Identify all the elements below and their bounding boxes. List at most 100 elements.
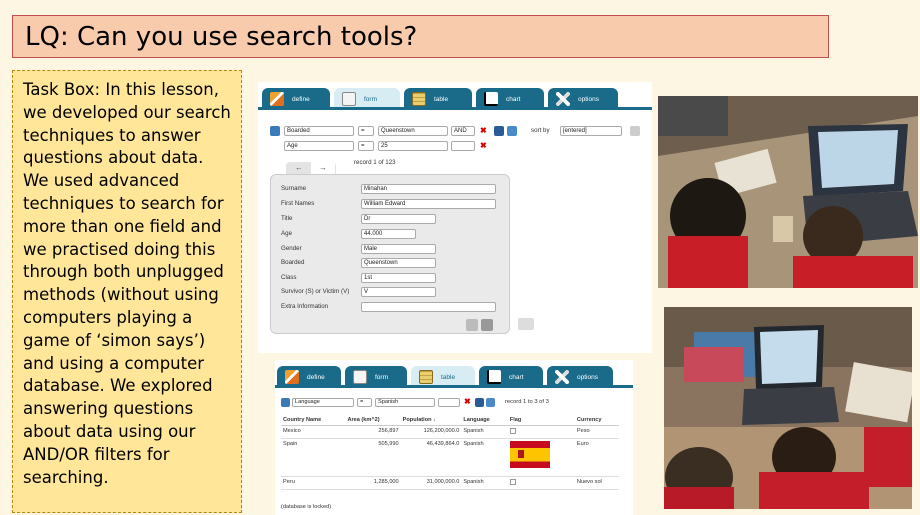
tab-label: options [577,373,598,381]
tab-label: define [292,95,310,103]
search-value-select[interactable]: Queenstown [378,126,448,136]
surname-field[interactable]: Minahan [361,184,496,194]
pencil-icon [270,92,284,106]
remove-filter-icon[interactable]: ✖ [464,397,471,407]
tab-label: table [441,373,456,381]
logic-select-2[interactable] [451,141,475,151]
remove-filter-icon-2[interactable]: ✖ [480,141,487,151]
next-record-button[interactable]: → [311,162,335,174]
countries-table: Country Name Area (km^2) Population ↓ La… [281,415,619,490]
field-label: First Names [281,200,315,207]
extra-information-field[interactable] [361,302,496,312]
search-field-select[interactable]: Boarded [284,126,354,136]
field-label: Extra Information [281,303,329,310]
column-header[interactable]: Language [461,415,508,426]
table-row[interactable]: Peru 1,285,000 31,000,000.0 Spanish Nuev… [281,476,619,490]
column-header[interactable]: Country Name [281,415,346,426]
record-counter: record 1 of 123 [354,159,396,166]
currency-cell: Euro [574,438,619,477]
field-label: Class [281,274,297,281]
gender-field[interactable]: Male [361,244,436,254]
database-form-screenshot: define form table chart options Boarded … [258,82,652,353]
pencil-icon [285,370,299,384]
age-field[interactable]: 44.000 [361,229,416,239]
sort-label: sort by [531,127,550,134]
table-icon [419,370,433,384]
field-label: Survivor (S) or Victim (V) [281,288,350,295]
tab-label: form [375,373,388,381]
tab-bar: define form table chart options [258,82,652,110]
search-value-select-2[interactable]: 25 [378,141,448,151]
population-cell: 126,200,000.0 [400,425,462,439]
operator-select-2[interactable]: = [358,141,374,151]
population-cell: 46,439,864.0 [400,438,462,477]
flag-cell [507,425,575,439]
tools-icon [556,92,570,106]
country-cell: Mexico [281,425,346,439]
table-row[interactable]: Spain 505,990 46,439,864.0 Spanish Euro [281,438,619,477]
title-field[interactable]: Dr [361,214,436,224]
country-cell: Spain [281,438,346,477]
page-title: LQ: Can you use search tools? [25,22,418,52]
operator-select[interactable]: = [358,126,374,136]
record-nav: ← → [286,162,336,174]
language-cell: Spanish [461,425,508,439]
database-table-screenshot: define form table chart options Language… [275,360,633,515]
children-using-laptop-image [658,96,918,288]
sort-direction-icon[interactable] [630,126,640,136]
save-record-icon[interactable] [466,319,478,331]
currency-cell: Peso [574,425,619,439]
table-icon [412,92,426,106]
tab-label: chart [506,95,521,103]
save-search-icon[interactable] [475,398,484,407]
search-icon[interactable] [270,126,280,136]
previous-record-button[interactable]: ← [287,162,311,174]
logic-select[interactable]: AND [451,126,475,136]
search-value-select[interactable]: Spanish [375,398,435,407]
boarded-field[interactable]: Queenstown [361,258,436,268]
class-field[interactable]: 1st [361,273,436,283]
delete-record-icon[interactable] [481,319,493,331]
population-cell: 31,000,000.0 [400,476,462,490]
tab-strip [275,385,633,388]
search-field-select-2[interactable]: Age [284,141,354,151]
task-box-text: Task Box: In this lesson, we developed o… [23,80,231,487]
tab-label: chart [509,373,524,381]
field-label: Title [281,215,293,222]
title-bar: LQ: Can you use search tools? [12,15,829,58]
sort-select[interactable]: [entered] [560,126,622,136]
children-using-laptop-image [664,307,912,509]
first-names-field[interactable]: William Edward [361,199,496,209]
search-field-select[interactable]: Language [292,398,354,407]
search-icon[interactable] [281,398,290,407]
column-header[interactable]: Population ↓ [400,415,462,426]
currency-cell: Nuevo sol [574,476,619,490]
tab-label: options [578,95,599,103]
save-search-icon[interactable] [494,126,504,136]
record-counter: record 1 to 3 of 3 [505,399,549,405]
chart-icon [487,370,501,384]
logic-select[interactable] [438,398,460,407]
column-header[interactable]: Area (km^2) [345,415,401,426]
remove-filter-icon[interactable]: ✖ [480,126,487,136]
area-cell: 505,990 [345,438,401,477]
field-label: Gender [281,245,302,252]
column-header[interactable]: Flag [507,415,575,426]
operator-select[interactable]: = [357,398,372,407]
field-label: Age [281,230,293,237]
chart-icon [484,92,498,106]
form-icon [342,92,356,106]
language-cell: Spanish [461,476,508,490]
column-header[interactable]: Currency [574,415,619,426]
table-row[interactable]: Mexico 256,897 126,200,000.0 Spanish Pes… [281,425,619,439]
classroom-photo-2 [664,307,912,509]
country-cell: Peru [281,476,346,490]
table-header-row: Country Name Area (km^2) Population ↓ La… [281,415,619,426]
load-search-icon[interactable] [486,398,495,407]
broken-image-icon [509,479,516,485]
area-cell: 256,897 [345,425,401,439]
survivor-field[interactable]: V [361,287,436,297]
add-record-icon[interactable] [518,318,534,330]
load-search-icon[interactable] [507,126,517,136]
database-locked-note: (database is locked) [281,504,332,510]
